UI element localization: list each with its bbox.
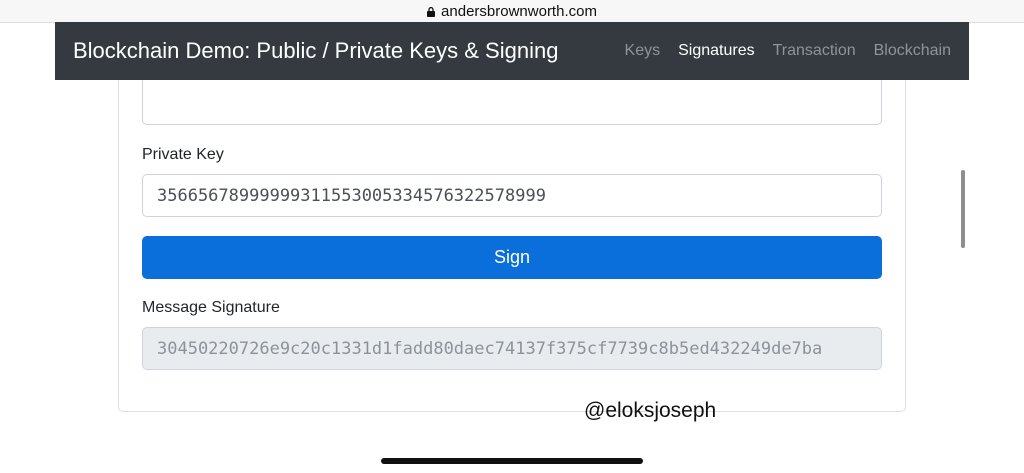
sign-button[interactable]: Sign	[142, 236, 882, 279]
message-signature-field: 30450220726e9c20c1331d1fadd80daec74137f3…	[142, 327, 882, 370]
nav-link-transaction[interactable]: Transaction	[773, 42, 856, 60]
home-indicator	[381, 458, 643, 464]
navbar: Blockchain Demo: Public / Private Keys &…	[55, 22, 969, 80]
scrollbar[interactable]	[961, 170, 965, 248]
url-text: andersbrownworth.com	[441, 2, 597, 20]
address-bar[interactable]: andersbrownworth.com	[0, 0, 1024, 23]
message-textarea[interactable]	[142, 80, 882, 125]
nav-link-signatures[interactable]: Signatures	[678, 42, 755, 60]
watermark-text: @eloksjoseph	[584, 399, 717, 422]
brand-title[interactable]: Blockchain Demo: Public / Private Keys &…	[73, 38, 607, 64]
private-key-label: Private Key	[142, 146, 224, 163]
nav-link-keys[interactable]: Keys	[625, 42, 661, 60]
private-key-input[interactable]: 35665678999999311553005334576322578999	[142, 174, 882, 217]
nav-link-blockchain[interactable]: Blockchain	[874, 42, 951, 60]
message-signature-label: Message Signature	[142, 299, 280, 316]
lock-icon	[427, 7, 436, 17]
